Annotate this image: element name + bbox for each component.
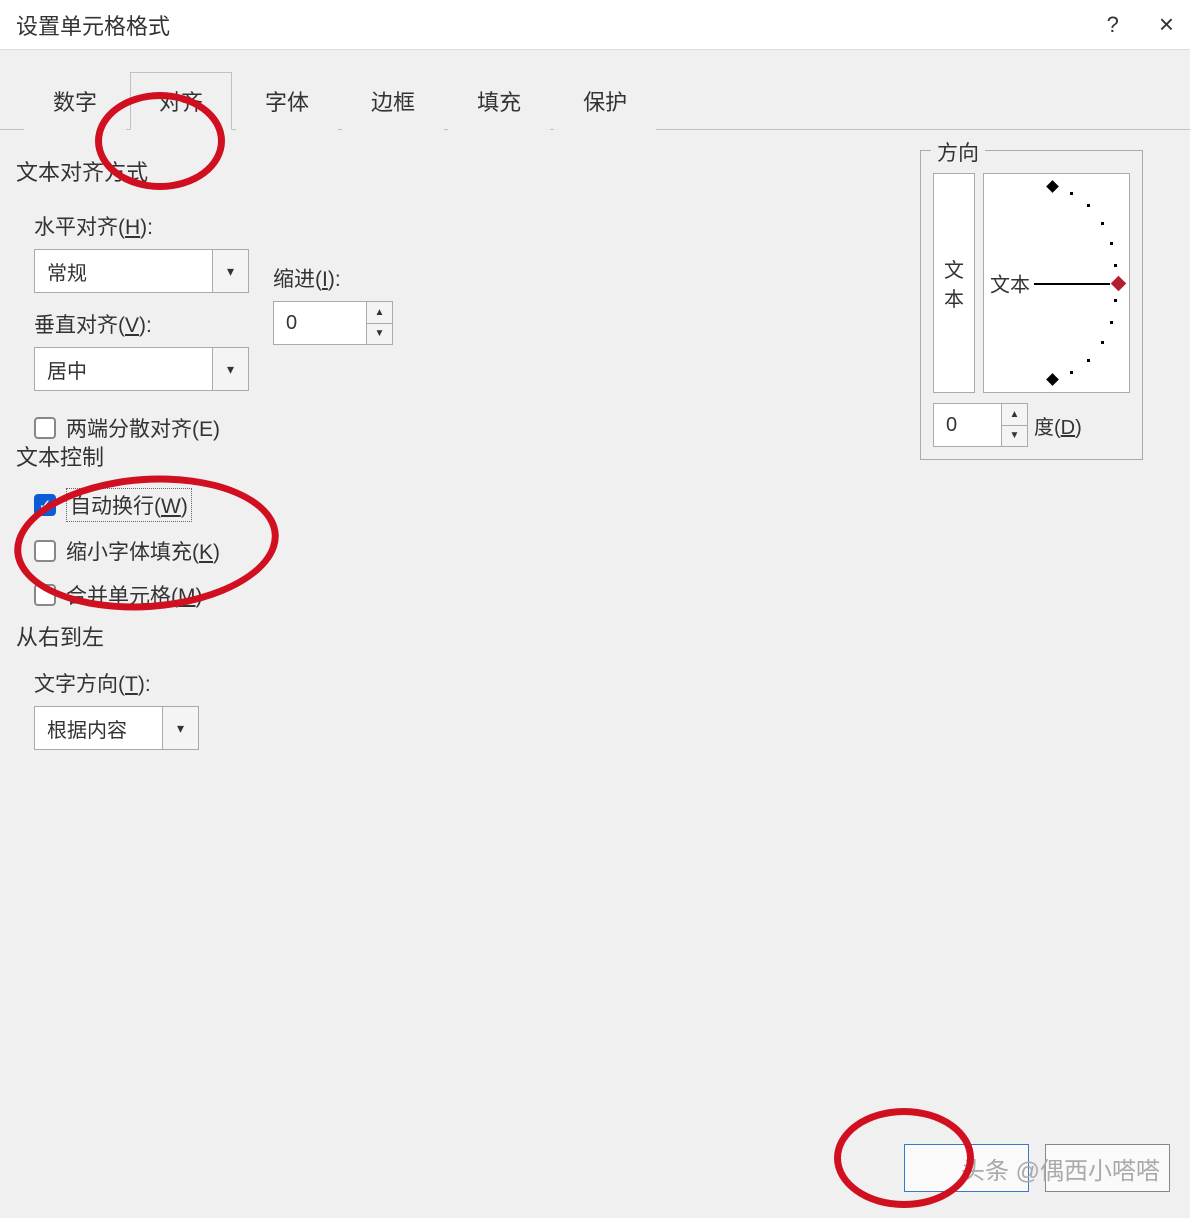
dial-marker-icon [1111, 276, 1127, 292]
dialog-body: 数字 对齐 字体 边框 填充 保护 文本对齐方式 水平对齐(H): 常规 ▾ 垂… [0, 50, 1190, 1218]
merge-cells-label: 合并单元格(M) [66, 580, 203, 610]
degree-label: 度(D) [1034, 411, 1082, 440]
orientation-group-label: 方向 [931, 137, 985, 167]
watermark: 头条 @偶西小嗒嗒 [961, 1151, 1160, 1186]
degree-value: 0 [934, 414, 1001, 437]
window-controls: ? × [1107, 9, 1174, 40]
vertical-text-char: 本 [944, 283, 964, 312]
group-orientation: 方向 文 本 文本 [920, 150, 1160, 460]
shrink-to-fit-label: 缩小字体填充(K) [66, 536, 220, 566]
horizontal-align-value: 常规 [35, 257, 212, 286]
tab-content: 文本对齐方式 水平对齐(H): 常规 ▾ 垂直对齐(V): 居中 ▾ 缩进(I)… [0, 129, 1190, 1059]
dial-tick-icon [1046, 373, 1059, 386]
text-direction-label: 文字方向(T): [34, 668, 416, 698]
horizontal-align-label: 水平对齐(H): [34, 211, 249, 241]
rtl-group-label: 从右到左 [16, 620, 416, 652]
spinner-down-icon[interactable]: ▼ [1002, 426, 1027, 447]
text-direction-dropdown[interactable]: 根据内容 ▾ [34, 706, 199, 750]
alignment-group-label: 文本对齐方式 [16, 155, 776, 187]
wrap-text-checkbox[interactable]: ✓ [34, 494, 56, 516]
merge-cells-checkbox[interactable] [34, 584, 56, 606]
justify-distributed-label: 两端分散对齐(E) [66, 413, 220, 443]
justify-distributed-checkbox[interactable] [34, 417, 56, 439]
indent-spinner[interactable]: 0 ▲ ▼ [273, 301, 393, 345]
orientation-arc-text: 文本 [990, 269, 1030, 298]
vertical-align-label: 垂直对齐(V): [34, 309, 249, 339]
horizontal-align-dropdown[interactable]: 常规 ▾ [34, 249, 249, 293]
group-right-to-left: 从右到左 文字方向(T): 根据内容 ▾ [16, 620, 416, 750]
group-text-control: 文本控制 ✓ 自动换行(W) 缩小字体填充(K) 合并单元格(M) [16, 440, 516, 624]
spinner-down-icon[interactable]: ▼ [367, 324, 392, 345]
tab-number[interactable]: 数字 [24, 72, 126, 130]
help-icon[interactable]: ? [1107, 12, 1119, 38]
orientation-needle [1034, 283, 1110, 285]
group-text-alignment: 文本对齐方式 水平对齐(H): 常规 ▾ 垂直对齐(V): 居中 ▾ 缩进(I)… [16, 155, 776, 457]
vertical-align-value: 居中 [35, 355, 212, 384]
close-icon[interactable]: × [1159, 9, 1174, 40]
chevron-down-icon[interactable]: ▾ [212, 348, 248, 390]
tab-fill[interactable]: 填充 [448, 72, 550, 130]
degree-spinner[interactable]: 0 ▲ ▼ [933, 403, 1028, 447]
indent-value: 0 [274, 312, 366, 335]
spinner-up-icon[interactable]: ▲ [367, 302, 392, 324]
orientation-dial[interactable]: 文本 [983, 173, 1130, 393]
vertical-text-button[interactable]: 文 本 [933, 173, 975, 393]
tab-alignment[interactable]: 对齐 [130, 72, 232, 130]
tab-font[interactable]: 字体 [236, 72, 338, 130]
vertical-text-char: 文 [944, 254, 964, 283]
spinner-up-icon[interactable]: ▲ [1002, 404, 1027, 426]
tab-bar: 数字 对齐 字体 边框 填充 保护 [0, 50, 1190, 130]
titlebar: 设置单元格格式 ? × [0, 0, 1190, 50]
tab-border[interactable]: 边框 [342, 72, 444, 130]
chevron-down-icon[interactable]: ▾ [162, 707, 198, 749]
chevron-down-icon[interactable]: ▾ [212, 250, 248, 292]
indent-label: 缩进(I): [273, 263, 393, 293]
shrink-to-fit-checkbox[interactable] [34, 540, 56, 562]
text-direction-value: 根据内容 [35, 714, 162, 743]
tab-protection[interactable]: 保护 [554, 72, 656, 130]
control-group-label: 文本控制 [16, 440, 516, 472]
wrap-text-label: 自动换行(W) [66, 488, 192, 522]
vertical-align-dropdown[interactable]: 居中 ▾ [34, 347, 249, 391]
dial-tick-icon [1046, 180, 1059, 193]
dialog-title: 设置单元格格式 [16, 9, 170, 41]
